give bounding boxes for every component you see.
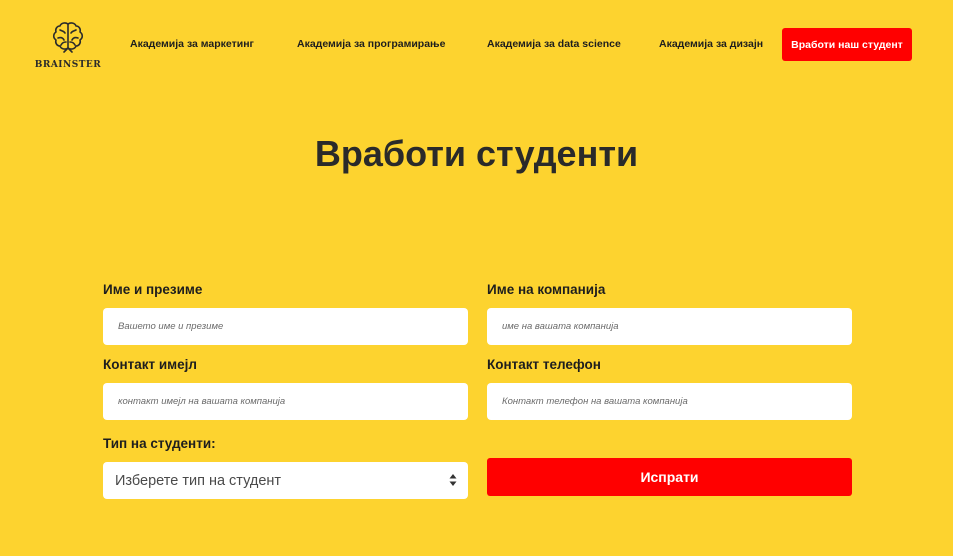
page-title: Вработи студенти: [314, 133, 639, 174]
phone-label: Контакт телефон: [487, 357, 601, 372]
brainster-logo[interactable]: BRAINSTER: [35, 20, 101, 72]
submit-button[interactable]: Испрати: [487, 458, 852, 496]
nav-link-data-science[interactable]: Академија за data science: [487, 38, 621, 50]
company-input[interactable]: [487, 308, 852, 345]
top-navigation: BRAINSTER Академија за маркетинг Академи…: [0, 0, 953, 90]
student-type-label: Тип на студенти:: [103, 436, 216, 451]
name-input[interactable]: [103, 308, 468, 345]
email-input[interactable]: [103, 383, 468, 420]
logo-wordmark: BRAINSTER: [34, 60, 102, 70]
name-label: Име и презиме: [103, 282, 203, 297]
nav-link-design[interactable]: Академија за дизајн: [659, 38, 763, 50]
hire-student-button[interactable]: Вработи наш студент: [782, 28, 912, 61]
company-label: Име на компанија: [487, 282, 606, 297]
student-type-select[interactable]: Изберете тип на студент: [103, 462, 468, 499]
nav-link-programming[interactable]: Академија за програмирање: [297, 38, 445, 50]
nav-link-marketing[interactable]: Академија за маркетинг: [130, 38, 254, 50]
email-label: Контакт имејл: [103, 357, 197, 372]
brain-icon: [52, 22, 84, 53]
student-type-selected: Изберете тип на студент: [115, 472, 282, 489]
select-arrows-icon: [449, 474, 457, 486]
phone-input[interactable]: [487, 383, 852, 420]
